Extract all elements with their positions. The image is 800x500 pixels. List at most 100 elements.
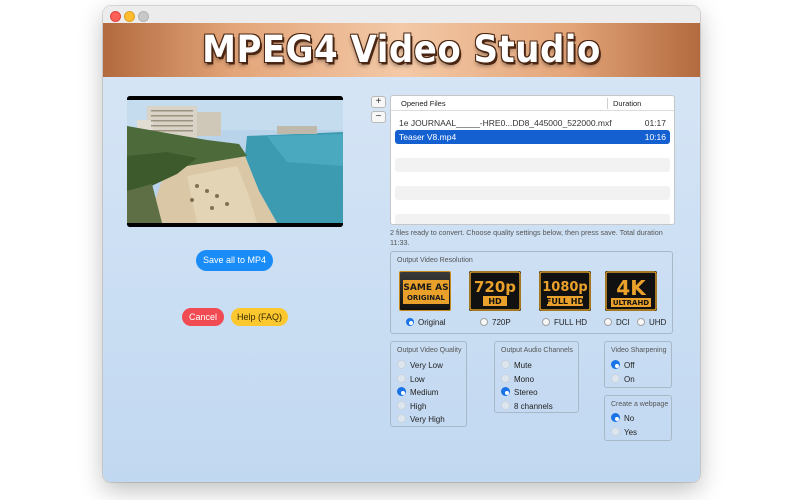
badge-label: ORIGINAL (407, 294, 446, 302)
opened-files-table[interactable]: Opened Files Duration 1e JOURNAAL_____-H… (390, 95, 675, 225)
option-label: UHD (649, 318, 667, 327)
create-webpage-group: Create a webpage No Yes (604, 395, 672, 441)
option-label: No (624, 414, 635, 423)
quality-option-medium[interactable]: Medium (397, 387, 438, 397)
table-row[interactable]: 1e JOURNAAL_____-HRE0...DD8_445000_52200… (395, 116, 670, 130)
group-title: Create a webpage (611, 401, 669, 408)
badge-label: HD (488, 297, 502, 306)
option-label: Low (410, 375, 425, 384)
add-file-button[interactable]: + (371, 96, 386, 108)
same-as-original-badge-icon[interactable]: SAME AS ORIGINAL (399, 271, 451, 311)
file-duration: 01:17 (644, 118, 666, 128)
badge-label: FULL HD (546, 297, 585, 306)
option-label: Stereo (514, 388, 538, 397)
radio-icon[interactable] (397, 374, 406, 383)
1080p-badge-icon[interactable]: 1080p FULL HD (539, 271, 591, 311)
app-banner: MPEG4 Video Studio (103, 23, 700, 77)
quality-option-low[interactable]: Low (397, 374, 425, 384)
resolution-option-full-hd[interactable]: FULL HD (542, 318, 587, 327)
audio-option-mute[interactable]: Mute (501, 360, 532, 370)
audio-option-stereo[interactable]: Stereo (501, 387, 538, 397)
quality-option-very-low[interactable]: Very Low (397, 360, 443, 370)
resolution-option-uhd[interactable]: UHD (637, 318, 666, 327)
radio-icon[interactable] (397, 360, 406, 369)
720p-badge-icon[interactable]: 720p HD (469, 271, 521, 311)
column-header-duration[interactable]: Duration (613, 99, 641, 108)
cancel-button[interactable]: Cancel (182, 308, 224, 326)
option-label: Off (624, 361, 635, 370)
video-preview-frame (127, 96, 343, 227)
sharpening-option-off[interactable]: Off (611, 360, 635, 370)
empty-row (395, 186, 670, 200)
group-title: Output Video Quality (397, 347, 462, 354)
radio-icon[interactable] (501, 360, 510, 369)
badge-label: 4K (616, 276, 647, 300)
output-quality-group: Output Video Quality Very Low Low Medium… (390, 341, 467, 427)
webpage-option-no[interactable]: No (611, 413, 634, 423)
radio-icon[interactable] (611, 427, 620, 436)
resolution-option-720p[interactable]: 720P (480, 318, 511, 327)
option-label: Yes (624, 428, 638, 437)
option-label: DCI (616, 318, 630, 327)
option-label: Mono (514, 375, 535, 384)
empty-row (395, 214, 670, 224)
option-label: 720P (492, 318, 511, 327)
option-label: On (624, 375, 635, 384)
badge-label: 720p (474, 278, 516, 296)
help-faq-button[interactable]: Help (FAQ) (231, 308, 288, 326)
quality-option-high[interactable]: High (397, 401, 426, 411)
option-label: FULL HD (554, 318, 588, 327)
group-title: Output Audio Channels (501, 347, 573, 354)
radio-icon[interactable] (480, 318, 488, 326)
radio-icon[interactable] (501, 401, 510, 410)
option-label: Original (418, 318, 446, 327)
remove-file-button[interactable]: − (371, 111, 386, 123)
sharpening-option-on[interactable]: On (611, 374, 635, 384)
video-sharpening-group: Video Sharpening Off On (604, 341, 672, 388)
radio-icon[interactable] (611, 374, 620, 383)
audio-option-mono[interactable]: Mono (501, 374, 534, 384)
option-label: High (410, 402, 427, 411)
empty-row (395, 158, 670, 172)
output-audio-group: Output Audio Channels Mute Mono Stereo 8… (494, 341, 579, 413)
option-label: Medium (410, 388, 439, 397)
save-all-button[interactable]: Save all to MP4 (196, 250, 273, 271)
column-header-opened-files[interactable]: Opened Files (401, 99, 446, 108)
radio-icon[interactable] (637, 318, 645, 326)
status-message: 2 files ready to convert. Choose quality… (390, 228, 663, 247)
radio-icon[interactable] (542, 318, 550, 326)
group-title: Output Video Resolution (397, 257, 473, 264)
radio-icon[interactable] (397, 401, 406, 410)
radio-icon[interactable] (397, 414, 406, 423)
table-header: Opened Files Duration (391, 96, 674, 111)
badge-label: SAME AS (403, 283, 448, 293)
option-label: Mute (514, 361, 532, 370)
webpage-option-yes[interactable]: Yes (611, 427, 637, 437)
option-label: Very High (410, 415, 445, 424)
group-title: Video Sharpening (611, 347, 667, 354)
radio-selected-icon[interactable] (611, 413, 620, 422)
radio-icon[interactable] (604, 318, 612, 326)
badge-label: 1080p (542, 280, 588, 295)
column-separator (607, 98, 608, 109)
file-name: 1e JOURNAAL_____-HRE0...DD8_445000_52200… (399, 118, 612, 128)
audio-option-8-channels[interactable]: 8 channels (501, 401, 553, 411)
table-row-selected[interactable]: Teaser V8.mp4 10:16 (395, 130, 670, 144)
badge-label: ULTRAHD (613, 299, 649, 307)
app-title: MPEG4 Video Studio (202, 28, 601, 72)
radio-selected-icon[interactable] (406, 318, 414, 326)
radio-selected-icon[interactable] (397, 387, 406, 396)
option-label: 8 channels (514, 402, 553, 411)
resolution-option-original[interactable]: Original (406, 318, 446, 327)
file-name: Teaser V8.mp4 (399, 132, 457, 142)
radio-selected-icon[interactable] (611, 360, 620, 369)
option-label: Very Low (410, 361, 443, 370)
output-resolution-group: Output Video Resolution SAME AS ORIGINAL… (390, 251, 673, 334)
video-preview (127, 96, 343, 227)
quality-option-very-high[interactable]: Very High (397, 414, 445, 424)
resolution-option-dci[interactable]: DCI (604, 318, 630, 327)
radio-icon[interactable] (501, 374, 510, 383)
4k-badge-icon[interactable]: 4K ULTRAHD (605, 271, 657, 311)
app-window: MPEG4 Video Studio Save all to MP4 Cance… (103, 6, 700, 482)
radio-selected-icon[interactable] (501, 387, 510, 396)
